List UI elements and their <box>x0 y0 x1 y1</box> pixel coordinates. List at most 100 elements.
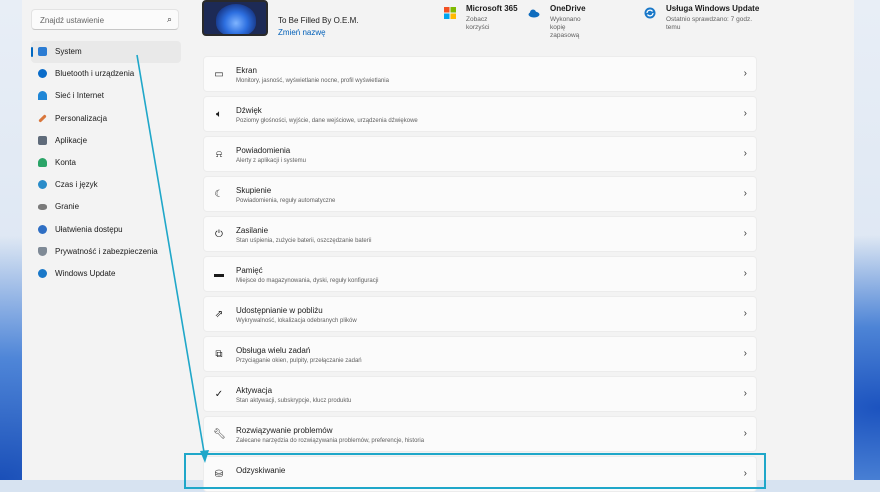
sidebar-item-privacy[interactable]: Prywatność i zabezpieczenia <box>31 241 181 263</box>
chevron-right-icon: › <box>743 388 747 399</box>
chevron-right-icon: › <box>743 268 747 279</box>
sidebar-item-label: Bluetooth i urządzenia <box>55 69 135 79</box>
chevron-right-icon: › <box>743 228 747 239</box>
gamepad-icon <box>38 204 47 211</box>
wifi-icon <box>38 91 47 101</box>
sidebar-item-accessibility[interactable]: Ułatwienia dostępu <box>31 219 181 241</box>
wrench-icon: 🔧︎ <box>213 429 226 440</box>
brush-icon <box>38 113 47 123</box>
sidebar-item-label: Czas i język <box>55 180 98 190</box>
search-input[interactable] <box>38 12 162 29</box>
search-box[interactable]: ⌕ <box>31 9 179 30</box>
sidebar-item-bluetooth[interactable]: Bluetooth i urządzenia <box>31 63 181 85</box>
card-notifications[interactable]: ⍾ Powiadomienia Alerty z aplikacji i sys… <box>203 136 757 172</box>
multitask-icon: ⧉ <box>215 349 223 360</box>
sidebar-item-apps[interactable]: Aplikacje <box>31 130 181 152</box>
sidebar-item-label: Ułatwienia dostępu <box>55 224 123 234</box>
tile-title: Usługa Windows Update <box>666 4 760 13</box>
chevron-right-icon: › <box>743 308 747 319</box>
rename-link[interactable]: Zmień nazwę <box>278 28 326 37</box>
card-title: Rozwiązywanie problemów <box>236 426 333 435</box>
card-subtitle: Monitory, jasność, wyświetlanie nocne, p… <box>236 78 389 84</box>
power-icon: ⏻ <box>215 229 223 240</box>
sidebar-item-label: Konta <box>55 157 76 167</box>
card-activation[interactable]: ✓ Aktywacja Stan aktywacji, subskrypcje,… <box>203 376 757 412</box>
monitor-icon <box>38 47 47 56</box>
search-icon[interactable]: ⌕ <box>167 14 172 25</box>
card-subtitle: Przyciąganie okien, pulpity, przełączani… <box>236 358 362 364</box>
sidebar-item-gaming[interactable]: Granie <box>31 196 181 218</box>
card-focus[interactable]: ☾ Skupienie Powiadomienia, reguły automa… <box>203 176 757 212</box>
card-nearby-sharing[interactable]: ⇗ Udostępnianie w pobliżu Wykrywalność, … <box>203 296 757 332</box>
moon-icon: ☾ <box>214 189 224 200</box>
card-subtitle: Miejsce do magazynowania, dyski, reguły … <box>236 278 379 284</box>
chevron-right-icon: › <box>743 188 747 199</box>
storage-icon: ▬ <box>214 269 224 280</box>
sidebar-item-label: Granie <box>55 202 80 212</box>
device-name: To Be Filled By O.E.M. <box>278 16 359 25</box>
tile-subtitle: Zobacz korzyści <box>466 16 490 31</box>
shield-icon <box>38 246 47 256</box>
card-title: Obsługa wielu zadań <box>236 346 311 355</box>
globe-clock-icon <box>38 180 47 190</box>
card-title: Dźwięk <box>236 106 262 115</box>
refresh-icon <box>38 268 47 278</box>
accessibility-icon <box>38 224 47 234</box>
card-display[interactable]: ▭ Ekran Monitory, jasność, wyświetlanie … <box>203 56 757 92</box>
sidebar-item-windows-update[interactable]: Windows Update <box>31 263 181 285</box>
display-icon: ▭ <box>214 69 224 80</box>
chevron-right-icon: › <box>743 428 747 439</box>
tile-subtitle: Ostatnio sprawdzano: 7 godz. temu <box>666 16 752 31</box>
chevron-right-icon: › <box>743 348 747 359</box>
microsoft-logo-icon <box>444 6 456 19</box>
card-subtitle: Powiadomienia, reguły automatyczne <box>236 198 336 204</box>
sidebar-item-label: Sieć i Internet <box>55 91 104 101</box>
card-subtitle: Alerty z aplikacji i systemu <box>236 158 307 164</box>
device-image <box>202 0 268 36</box>
system-header: To Be Filled By O.E.M. Zmień nazwę Micro… <box>202 0 802 44</box>
chevron-right-icon: › <box>743 148 747 159</box>
card-title: Skupienie <box>236 186 272 195</box>
card-subtitle: Stan aktywacji, subskrypcje, klucz produ… <box>236 398 352 404</box>
sidebar-item-time-language[interactable]: Czas i język <box>31 174 181 196</box>
apps-icon <box>38 135 47 145</box>
tile-title: OneDrive <box>550 4 586 13</box>
card-title: Aktywacja <box>236 386 273 395</box>
card-multitasking[interactable]: ⧉ Obsługa wielu zadań Przyciąganie okien… <box>203 336 757 372</box>
sidebar-item-system[interactable]: System <box>31 41 181 63</box>
card-subtitle: Stan uśpienia, zużycie baterii, oszczędz… <box>236 238 372 244</box>
settings-window: ⌕ System Bluetooth i urządzenia Sieć i I… <box>22 0 854 492</box>
sidebar-item-label: Aplikacje <box>55 135 88 145</box>
sidebar: ⌕ System Bluetooth i urządzenia Sieć i I… <box>22 0 187 480</box>
sidebar-nav: System Bluetooth i urządzenia Sieć i Int… <box>31 41 181 285</box>
card-storage[interactable]: ▬ Pamięć Miejsce do magazynowania, dyski… <box>203 256 757 292</box>
bell-icon: ⍾ <box>215 149 223 160</box>
windows-bloom-wallpaper <box>216 4 256 34</box>
card-subtitle: Zalecane narzędzia do rozwiązywania prob… <box>236 438 425 444</box>
sidebar-item-label: Personalizacja <box>55 113 108 123</box>
card-title: Udostępnianie w pobliżu <box>236 306 323 315</box>
speaker-icon: 🔈︎ <box>216 109 222 120</box>
sidebar-item-accounts[interactable]: Konta <box>31 152 181 174</box>
sidebar-item-network[interactable]: Sieć i Internet <box>31 85 181 107</box>
chevron-right-icon: › <box>743 68 747 79</box>
card-subtitle: Poziomy głośności, wyjście, dane wejścio… <box>236 118 418 124</box>
sidebar-item-personalization[interactable]: Personalizacja <box>31 108 181 130</box>
card-title: Powiadomienia <box>236 146 291 155</box>
card-title: Ekran <box>236 66 257 75</box>
cloud-icon <box>528 6 540 18</box>
card-sound[interactable]: 🔈︎ Dźwięk Poziomy głośności, wyjście, da… <box>203 96 757 132</box>
sidebar-item-label: System <box>55 47 82 56</box>
card-troubleshoot[interactable]: 🔧︎ Rozwiązywanie problemów Zalecane narz… <box>203 416 757 452</box>
user-icon <box>38 157 47 167</box>
active-indicator <box>31 47 33 57</box>
sidebar-item-label: Prywatność i zabezpieczenia <box>55 246 158 256</box>
share-icon: ⇗ <box>214 309 224 320</box>
card-power[interactable]: ⏻ Zasilanie Stan uśpienia, zużycie bater… <box>203 216 757 252</box>
tile-subtitle: Wykonano kopię zapasową <box>550 16 581 39</box>
card-title: Pamięć <box>236 266 263 275</box>
card-title: Zasilanie <box>236 226 269 235</box>
update-icon <box>644 6 656 19</box>
annotation-highlight-box <box>184 453 766 489</box>
chevron-right-icon: › <box>743 108 747 119</box>
